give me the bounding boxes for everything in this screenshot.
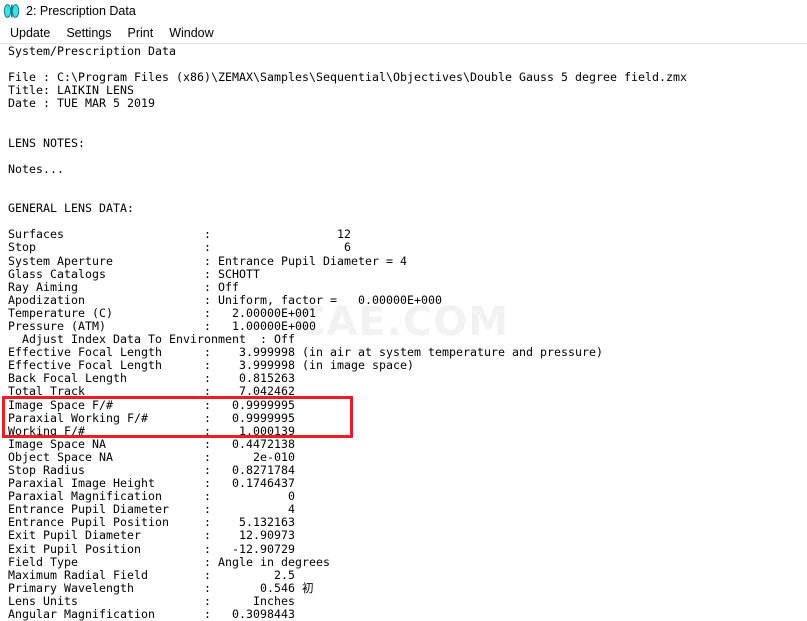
menu-item-print[interactable]: Print — [119, 24, 161, 42]
prescription-report-text: System/Prescription Data File : C:\Progr… — [8, 44, 688, 621]
lens-icon — [3, 4, 20, 18]
menu-bar: Update Settings Print Window — [0, 23, 807, 43]
window-titlebar: 2: Prescription Data — [0, 0, 807, 22]
menu-item-window[interactable]: Window — [161, 24, 221, 42]
menu-item-update[interactable]: Update — [2, 24, 58, 42]
prescription-data-text-area[interactable]: CAE.COM System/Prescription Data File : … — [0, 44, 807, 621]
window-title: 2: Prescription Data — [26, 4, 136, 18]
menu-item-settings[interactable]: Settings — [58, 24, 119, 42]
